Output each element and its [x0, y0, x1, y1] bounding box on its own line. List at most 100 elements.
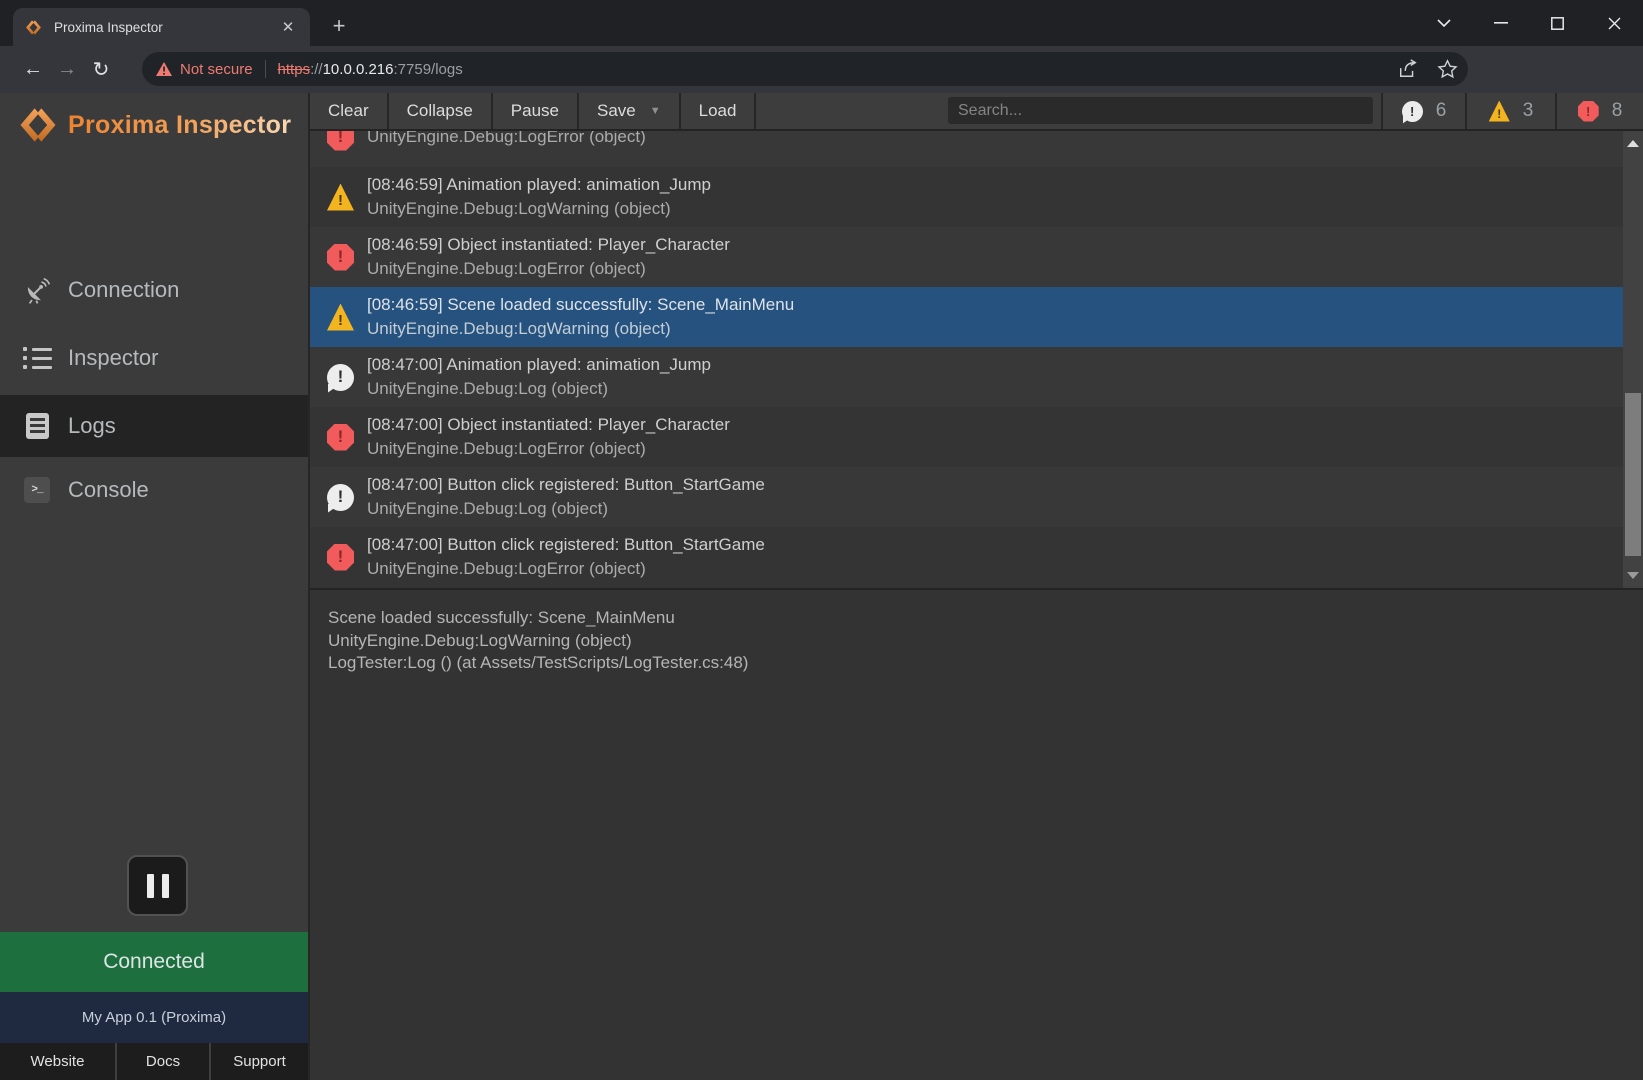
url-text[interactable]: https://10.0.0.216:7759/logs [278, 61, 1397, 78]
log-stacktrace: UnityEngine.Debug:LogWarning (object) [367, 317, 794, 341]
pause-button[interactable]: Pause [493, 93, 577, 129]
sidebar-item-connection[interactable]: Connection [0, 262, 308, 318]
log-row[interactable]: [08:46:59] Animation played: animation_J… [310, 167, 1643, 227]
app-info-bar: My App 0.1 (Proxima) [0, 992, 308, 1043]
tab-close-icon[interactable]: ✕ [278, 17, 298, 37]
log-stacktrace: UnityEngine.Debug:Log (object) [367, 377, 711, 401]
scroll-down-icon[interactable] [1627, 572, 1639, 579]
sidebar-item-label: Inspector [68, 345, 159, 371]
pause-icon [147, 874, 154, 898]
back-icon[interactable]: ← [16, 53, 50, 87]
save-dropdown-icon[interactable]: ▼ [650, 105, 661, 117]
log-stacktrace: UnityEngine.Debug:LogError (object) [367, 257, 730, 281]
bookmark-star-icon[interactable] [1437, 59, 1458, 79]
brand: Proxima Inspector [18, 105, 291, 145]
sidebar-item-inspector[interactable]: Inspector [0, 330, 308, 386]
sidebar-item-console[interactable]: >_ Console [0, 462, 308, 518]
list-icon [22, 347, 52, 369]
proxima-logo-icon [18, 105, 58, 145]
sidebar-item-label: Connection [68, 277, 179, 303]
error-icon [1578, 101, 1599, 122]
scrollbar-thumb[interactable] [1625, 393, 1641, 556]
sidebar-item-logs[interactable]: Logs [0, 395, 308, 457]
clear-button[interactable]: Clear [310, 93, 387, 129]
log-row[interactable]: [08:46:59] Scene loaded successfully: Sc… [310, 287, 1643, 347]
not-secure-warning-icon [156, 62, 172, 76]
log-row[interactable]: UnityEngine.Debug:LogError (object) [310, 131, 1643, 167]
maximize-button[interactable] [1529, 0, 1586, 46]
logs-panel: Clear Collapse Pause Save▼ Load 6 [310, 93, 1643, 1080]
app-label: My App 0.1 (Proxima) [82, 1009, 226, 1026]
share-icon[interactable] [1397, 59, 1419, 79]
log-message: [08:46:59] Scene loaded successfully: Sc… [367, 293, 794, 317]
info-count: 6 [1436, 100, 1447, 122]
sidebar-item-label: Logs [68, 413, 116, 439]
proxima-favicon-icon [25, 19, 42, 36]
document-icon [22, 413, 52, 439]
tab-title: Proxima Inspector [54, 20, 278, 35]
new-tab-button[interactable]: + [326, 14, 352, 38]
log-stacktrace: UnityEngine.Debug:Log (object) [367, 497, 765, 521]
save-button[interactable]: Save▼ [579, 93, 679, 129]
terminal-icon: >_ [22, 477, 52, 503]
close-window-button[interactable] [1586, 0, 1643, 46]
log-stacktrace: UnityEngine.Debug:LogError (object) [367, 437, 730, 461]
log-row[interactable]: [08:46:59] Object instantiated: Player_C… [310, 227, 1643, 287]
browser-tab[interactable]: Proxima Inspector ✕ [13, 8, 310, 46]
pause-stream-button[interactable] [127, 855, 188, 916]
load-button[interactable]: Load [681, 93, 755, 129]
collapse-button[interactable]: Collapse [389, 93, 491, 129]
logs-toolbar: Clear Collapse Pause Save▼ Load 6 [310, 93, 1643, 131]
search-input[interactable] [948, 97, 1373, 124]
omnibox-divider [265, 60, 266, 78]
reload-icon[interactable]: ↻ [84, 53, 118, 87]
not-secure-label[interactable]: Not secure [180, 61, 253, 78]
scroll-up-icon[interactable] [1627, 140, 1639, 147]
omnibox[interactable]: Not secure https://10.0.0.216:7759/logs [142, 52, 1468, 86]
docs-link[interactable]: Docs [117, 1043, 209, 1080]
warning-icon [1489, 101, 1510, 122]
error-count-toggle[interactable]: 8 [1557, 93, 1643, 129]
log-row[interactable]: [08:47:00] Animation played: animation_J… [310, 347, 1643, 407]
url-separator: :// [310, 61, 323, 78]
log-message: [08:47:00] Button click registered: Butt… [367, 533, 765, 557]
log-message: [08:47:00] Animation played: animation_J… [367, 353, 711, 377]
browser-window: Proxima Inspector ✕ + ← → ↻ [0, 0, 1643, 1080]
support-link[interactable]: Support [211, 1043, 308, 1080]
detail-line: UnityEngine.Debug:LogWarning (object) [328, 630, 1643, 653]
warning-count-toggle[interactable]: 3 [1467, 93, 1555, 129]
error-icon [327, 424, 354, 451]
warning-icon [327, 304, 354, 331]
log-detail-pane: Scene loaded successfully: Scene_MainMen… [310, 588, 1643, 675]
log-row[interactable]: [08:47:00] Object instantiated: Player_C… [310, 407, 1643, 467]
minimize-button[interactable] [1472, 0, 1529, 46]
forward-icon[interactable]: → [50, 53, 84, 87]
log-list-scrollbar[interactable] [1623, 131, 1643, 588]
sidebar-item-label: Console [68, 477, 149, 503]
log-message: [08:47:00] Object instantiated: Player_C… [367, 413, 730, 437]
log-list: UnityEngine.Debug:LogError (object) [08:… [310, 131, 1643, 588]
error-icon [327, 244, 354, 271]
tab-search-chevron-icon[interactable] [1415, 0, 1472, 46]
info-icon [327, 484, 354, 511]
error-icon [327, 544, 354, 571]
url-scheme: https [278, 61, 311, 78]
info-icon [327, 364, 354, 391]
log-stacktrace: UnityEngine.Debug:LogError (object) [367, 557, 765, 581]
info-count-toggle[interactable]: 6 [1383, 93, 1465, 129]
sidebar: Proxima Inspector Connection [0, 93, 310, 1080]
log-row[interactable]: [08:47:00] Button click registered: Butt… [310, 527, 1643, 587]
log-message: [08:47:00] Button click registered: Butt… [367, 473, 765, 497]
log-stacktrace: UnityEngine.Debug:LogWarning (object) [367, 197, 711, 221]
warning-icon [327, 184, 354, 211]
log-stacktrace: UnityEngine.Debug:LogError (object) [367, 131, 646, 149]
website-link[interactable]: Website [0, 1043, 115, 1080]
brand-title: Proxima Inspector [68, 111, 291, 140]
url-host: 10.0.0.216 [323, 61, 394, 78]
warning-count: 3 [1523, 100, 1534, 122]
detail-line: LogTester:Log () (at Assets/TestScripts/… [328, 652, 1643, 675]
tab-strip: Proxima Inspector ✕ + [0, 0, 1643, 46]
error-icon [327, 131, 354, 151]
log-row[interactable]: [08:47:00] Button click registered: Butt… [310, 467, 1643, 527]
address-bar: ← → ↻ Not secure https://10.0.0.216:7759… [0, 46, 1643, 93]
